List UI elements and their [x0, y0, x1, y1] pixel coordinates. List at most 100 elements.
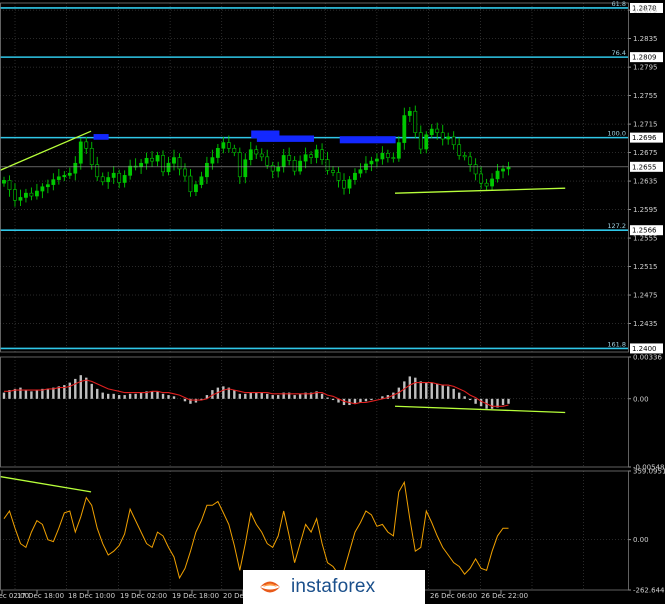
- candle-body-92: [506, 166, 511, 170]
- candle-body-56: [309, 154, 313, 158]
- candle-body-0: [2, 180, 6, 184]
- price-tick-label-9: 1.2515: [633, 263, 658, 271]
- price-tick-label-11: 1.2435: [633, 320, 658, 328]
- candle-body-46: [254, 149, 259, 155]
- candle-body-76: [418, 132, 423, 150]
- fib-ratio-label-3: 127.2: [607, 222, 626, 230]
- candle-body-14: [78, 141, 83, 164]
- macd-tick-label-0: 0.00336: [633, 354, 662, 362]
- candle-body-67: [369, 160, 374, 165]
- candle-body-19: [106, 177, 111, 183]
- trading-chart: 61.81.287876.41.2809100.01.2696127.21.25…: [0, 0, 665, 604]
- candle-body-8: [45, 184, 50, 188]
- candle-body-62: [342, 180, 346, 189]
- time-tick-label-7: 26 Dec 22:00: [481, 592, 528, 600]
- candle-body-72: [396, 142, 401, 159]
- candle-body-78: [429, 128, 434, 136]
- candle-body-60: [331, 170, 335, 173]
- watermark-logo: instaforex: [243, 570, 425, 604]
- candle-body-10: [56, 176, 61, 180]
- candle-body-5: [29, 192, 34, 197]
- candle-body-15: [84, 141, 89, 149]
- candle-body-69: [380, 152, 385, 160]
- candle-body-63: [347, 179, 352, 189]
- candle-body-28: [155, 155, 160, 162]
- time-tick-label-3: 19 Dec 02:00: [120, 592, 167, 600]
- macd-tick-label-1: 0.00: [633, 395, 649, 403]
- candle-body-59: [325, 159, 330, 171]
- candle-body-43: [237, 152, 242, 178]
- watermark-icon: [257, 574, 283, 600]
- candle-body-51: [281, 155, 286, 168]
- candle-body-48: [265, 156, 270, 166]
- candle-body-89: [490, 178, 494, 187]
- candle-body-30: [166, 162, 171, 173]
- candle-body-73: [402, 115, 407, 143]
- price-tick-label-8: 1.2555: [633, 235, 658, 243]
- candle-body-55: [303, 154, 308, 162]
- price-tick-label-1: 1.2835: [633, 35, 658, 43]
- candle-body-17: [95, 164, 100, 178]
- fib-price-label-3: 1.2566: [632, 227, 657, 235]
- candle-body-6: [35, 190, 39, 197]
- candle-body-29: [161, 155, 165, 173]
- candle-body-77: [424, 134, 429, 150]
- candle-body-54: [298, 160, 303, 172]
- candle-body-2: [13, 189, 17, 201]
- candle-body-23: [128, 165, 133, 176]
- candle-body-9: [51, 179, 56, 185]
- price-tick-label-4: 1.2715: [633, 121, 658, 129]
- cci-tick-label-0: 359.0951: [633, 468, 665, 476]
- time-tick-label-1: 17 Dec 18:00: [17, 592, 64, 600]
- watermark-text: instaforex: [291, 576, 376, 597]
- candle-body-82: [451, 136, 456, 146]
- fib-ratio-label-0: 61.8: [612, 0, 626, 8]
- candle-body-75: [413, 110, 418, 133]
- current-price-label: 1.2655: [632, 163, 657, 171]
- candle-body-13: [73, 162, 78, 174]
- candle-body-12: [67, 172, 72, 176]
- candle-body-61: [336, 172, 341, 181]
- candle-body-86: [473, 164, 478, 175]
- candle-body-11: [62, 175, 67, 178]
- price-tick-label-5: 1.2675: [633, 149, 658, 157]
- candle-body-21: [117, 172, 122, 183]
- candle-body-47: [259, 153, 264, 158]
- price-tick-label-6: 1.2635: [633, 178, 658, 186]
- candle-body-70: [385, 152, 390, 158]
- highlight-rect-2: [256, 135, 314, 142]
- candle-body-74: [407, 110, 412, 116]
- candle-body-49: [270, 165, 275, 172]
- candle-body-65: [358, 169, 363, 174]
- candle-body-22: [122, 175, 127, 183]
- candle-body-90: [495, 170, 500, 180]
- time-tick-label-2: 18 Dec 10:00: [68, 592, 115, 600]
- candle-body-71: [391, 157, 396, 159]
- candle-body-40: [221, 142, 226, 149]
- candle-body-36: [199, 176, 204, 185]
- candle-body-32: [177, 157, 182, 170]
- candle-body-7: [40, 186, 45, 192]
- candle-body-57: [314, 149, 319, 158]
- time-tick-label-6: 26 Dec 06:00: [430, 592, 477, 600]
- candle-body-26: [144, 157, 149, 164]
- candle-body-34: [188, 175, 193, 193]
- candle-body-27: [150, 157, 154, 162]
- candle-body-25: [139, 162, 143, 168]
- candle-body-79: [435, 128, 440, 133]
- candle-body-83: [457, 144, 462, 156]
- candle-body-50: [276, 166, 281, 172]
- candle-body-31: [172, 157, 176, 164]
- candle-body-52: [287, 155, 292, 161]
- candle-body-3: [18, 197, 23, 201]
- price-tick-label-7: 1.2595: [633, 206, 658, 214]
- candle-body-84: [462, 155, 467, 158]
- candle-body-4: [24, 192, 28, 198]
- candle-body-39: [215, 147, 220, 158]
- fib-price-label-1: 1.2809: [632, 54, 657, 62]
- candle-body-35: [194, 184, 198, 193]
- candle-body-58: [320, 149, 324, 160]
- candle-body-38: [210, 157, 215, 164]
- price-tick-label-3: 1.2755: [633, 92, 658, 100]
- fib-price-label-4: 1.2400: [632, 345, 657, 353]
